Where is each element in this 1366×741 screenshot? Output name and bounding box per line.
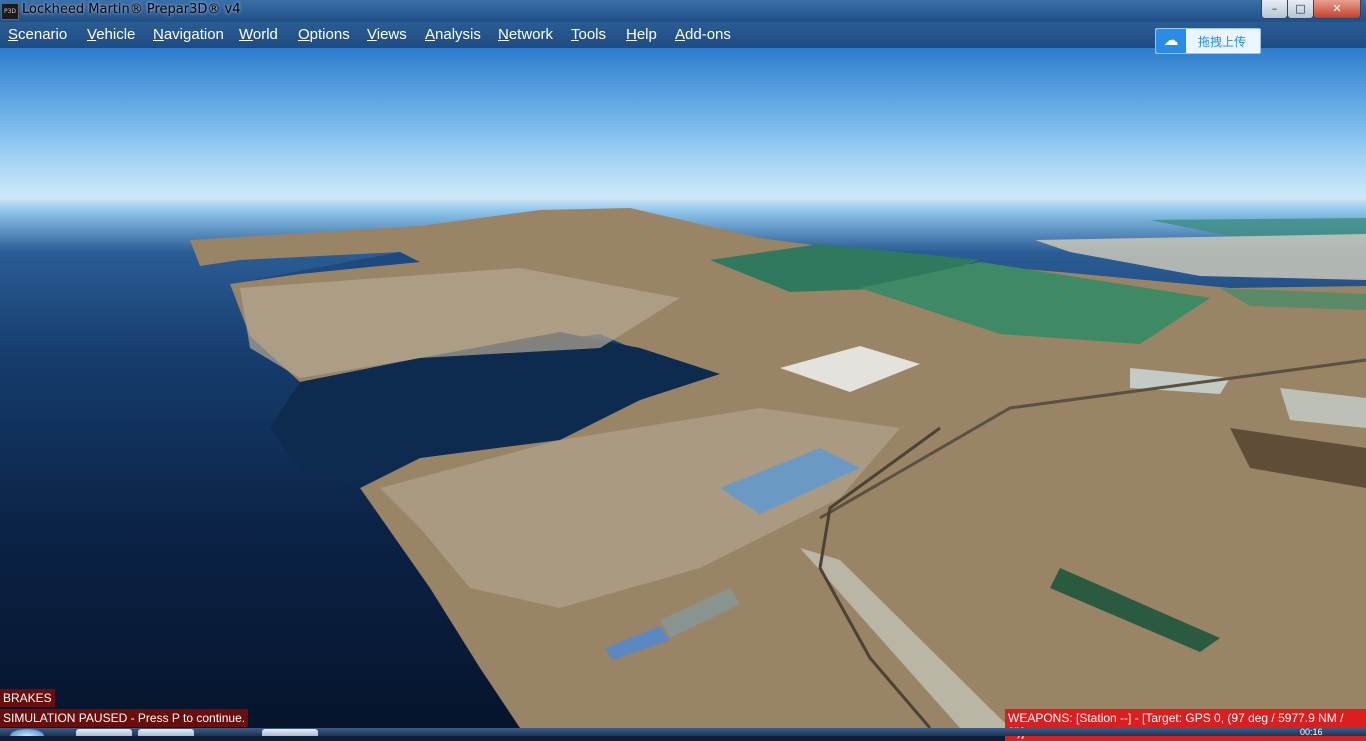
taskbar-app-1[interactable] bbox=[76, 729, 132, 736]
menu-views[interactable]: Views bbox=[367, 26, 407, 43]
terrain-scene bbox=[190, 208, 1366, 728]
simulation-paused-message: SIMULATION PAUSED - Press P to continue. bbox=[0, 709, 249, 727]
menu-tools[interactable]: Tools bbox=[571, 26, 606, 43]
window-title: Lockheed Martin® Prepar3D® v4 bbox=[22, 2, 241, 17]
taskbar-app-2[interactable] bbox=[138, 729, 194, 736]
taskbar-app-3[interactable] bbox=[262, 729, 318, 736]
taskbar-clock: 00:16 bbox=[1300, 728, 1323, 736]
title-bar[interactable]: P3D Lockheed Martin® Prepar3D® v4 – □ ✕ bbox=[0, 0, 1366, 22]
close-button[interactable]: ✕ bbox=[1313, 0, 1361, 19]
taskbar: 00:16 bbox=[0, 728, 1366, 736]
menu-network[interactable]: Network bbox=[498, 26, 553, 43]
menu-analysis[interactable]: Analysis bbox=[425, 26, 481, 43]
menu-vehicle[interactable]: Vehicle bbox=[87, 26, 135, 43]
menu-navigation[interactable]: Navigation bbox=[153, 26, 224, 43]
start-button[interactable] bbox=[10, 729, 44, 736]
brakes-indicator: BRAKES bbox=[0, 689, 55, 707]
menu-world[interactable]: World bbox=[239, 26, 278, 43]
menu-options[interactable]: Options bbox=[298, 26, 350, 43]
menu-scenario[interactable]: Scenario bbox=[8, 26, 67, 43]
far-strip bbox=[1035, 234, 1366, 280]
app-icon: P3D bbox=[1, 3, 19, 20]
menu-add-ons[interactable]: Add-ons bbox=[675, 26, 731, 43]
menu-help[interactable]: Help bbox=[626, 26, 657, 43]
weapons-status: WEAPONS: [Station --] - [Target: GPS 0, … bbox=[1005, 709, 1366, 741]
upload-label: 拖拽上传 bbox=[1198, 35, 1247, 49]
minimize-button[interactable]: – bbox=[1261, 0, 1288, 19]
simulator-viewport[interactable] bbox=[0, 48, 1366, 728]
upload-widget[interactable]: ☁ 拖拽上传 bbox=[1155, 28, 1261, 54]
maximize-button[interactable]: □ bbox=[1287, 0, 1314, 19]
cloud-upload-icon: ☁ bbox=[1156, 29, 1186, 53]
